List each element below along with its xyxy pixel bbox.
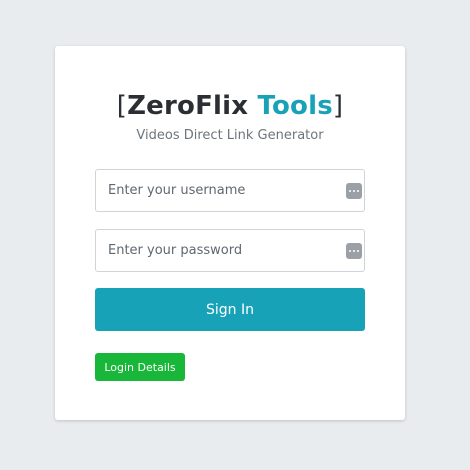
logo-close-bracket: ] xyxy=(332,91,344,121)
login-card: [ZeroFlix Tools] Videos Direct Link Gene… xyxy=(55,46,405,420)
username-input[interactable] xyxy=(96,170,364,211)
password-input[interactable] xyxy=(96,230,364,271)
page-subtitle: Videos Direct Link Generator xyxy=(136,128,324,143)
logo-name: ZeroFlix xyxy=(127,91,249,121)
password-manager-icon[interactable] xyxy=(346,243,362,259)
logo-accent: Tools xyxy=(257,91,333,121)
password-field-wrapper xyxy=(95,229,365,272)
logo-open-bracket: [ xyxy=(116,91,128,121)
sign-in-button[interactable]: Sign In xyxy=(95,288,365,331)
app-logo: [ZeroFlix Tools] xyxy=(55,90,405,122)
login-details-button[interactable]: Login Details xyxy=(95,353,185,381)
username-field-wrapper xyxy=(95,169,365,212)
password-manager-icon[interactable] xyxy=(346,183,362,199)
